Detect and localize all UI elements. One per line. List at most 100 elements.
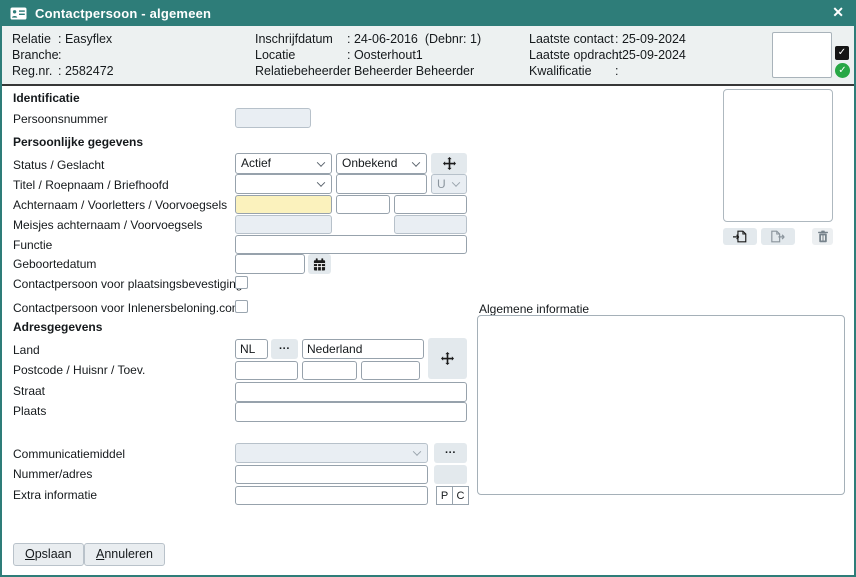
window-title: Contactpersoon - algemeen bbox=[35, 6, 211, 21]
header-column-3: Laatste contact: 25-09-2024 Laatste opdr… bbox=[529, 31, 686, 79]
plaats-label: Plaats bbox=[13, 404, 46, 418]
briefhoofd-select[interactable]: U bbox=[431, 174, 467, 194]
relatiebeheerder-value: : Beheerder Beheerder bbox=[347, 64, 474, 78]
move-icon bbox=[443, 157, 456, 170]
meisjesnaam-label: Meisjes achternaam / Voorvoegsels bbox=[13, 218, 202, 232]
laatste-contact-value: : 25-09-2024 bbox=[615, 32, 686, 46]
p-button[interactable]: P bbox=[436, 486, 453, 505]
chevron-down-icon bbox=[452, 178, 460, 186]
straat-label: Straat bbox=[13, 384, 45, 398]
land-lookup-button[interactable]: ··· bbox=[271, 339, 298, 359]
land-label: Land bbox=[13, 343, 40, 357]
header-column-2: Inschrijfdatum: 24-06-2016 (Debnr: 1) Lo… bbox=[255, 31, 481, 79]
toevoeging-input[interactable] bbox=[361, 361, 420, 380]
c-button[interactable]: C bbox=[452, 486, 469, 505]
plaatsingsbevestiging-checkbox[interactable] bbox=[235, 276, 248, 289]
close-button[interactable]: ✕ bbox=[832, 4, 844, 21]
titel-roepnaam-briefhoofd-label: Titel / Roepnaam / Briefhoofd bbox=[13, 178, 169, 192]
chevron-down-icon bbox=[317, 178, 325, 186]
communicatiemiddel-lookup-button[interactable]: ··· bbox=[434, 443, 467, 463]
opslaan-button[interactable]: Opslaan bbox=[13, 543, 84, 566]
kwalificatie-value: : bbox=[615, 64, 618, 78]
land-naam-input[interactable] bbox=[302, 339, 424, 359]
functie-input[interactable] bbox=[235, 235, 467, 254]
photo-export-button[interactable] bbox=[761, 228, 795, 245]
functie-label: Functie bbox=[13, 238, 52, 252]
trash-icon bbox=[817, 230, 829, 243]
meisjes-achternaam-input bbox=[235, 215, 332, 234]
status-select-value: Actief bbox=[241, 156, 271, 170]
document-import-icon bbox=[733, 230, 747, 243]
inschrijfdatum-label: Inschrijfdatum bbox=[255, 31, 347, 47]
extra-informatie-label: Extra informatie bbox=[13, 488, 97, 502]
header-column-1: Relatie: Easyflex Branche: Reg.nr.: 2582… bbox=[12, 31, 114, 79]
chevron-down-icon bbox=[317, 158, 325, 166]
status-move-button[interactable] bbox=[431, 153, 467, 174]
relatiebeheerder-label: Relatiebeheerder bbox=[255, 63, 347, 79]
contact-photo-placeholder bbox=[723, 89, 833, 222]
branche-value: : bbox=[58, 48, 61, 62]
geboortedatum-input[interactable] bbox=[235, 254, 305, 274]
section-adresgegevens: Adresgegevens bbox=[13, 320, 102, 334]
status-geslacht-label: Status / Geslacht bbox=[13, 158, 104, 172]
contact-card-icon bbox=[10, 7, 27, 20]
voorletters-input[interactable] bbox=[336, 195, 390, 214]
nummer-adres-action-placeholder bbox=[434, 465, 467, 484]
persoonsnummer-input bbox=[235, 108, 311, 128]
chevron-down-icon bbox=[412, 158, 420, 166]
photo-import-button[interactable] bbox=[723, 228, 757, 245]
relation-info-header: Relatie: Easyflex Branche: Reg.nr.: 2582… bbox=[0, 26, 856, 86]
status-select[interactable]: Actief bbox=[235, 153, 332, 174]
regnr-label: Reg.nr. bbox=[12, 63, 58, 79]
straat-input[interactable] bbox=[235, 382, 467, 402]
land-code-input[interactable] bbox=[235, 339, 268, 359]
laatste-opdracht-value: : 25-09-2024 bbox=[615, 48, 686, 62]
regnr-value: : 2582472 bbox=[58, 64, 114, 78]
titlebar: Contactpersoon - algemeen ✕ bbox=[0, 0, 856, 26]
annuleren-button[interactable]: Annuleren bbox=[84, 543, 165, 566]
briefhoofd-select-value: U bbox=[437, 177, 446, 191]
roepnaam-input[interactable] bbox=[336, 174, 427, 194]
inlenersbeloning-checkbox[interactable] bbox=[235, 300, 248, 313]
geslacht-select[interactable]: Onbekend bbox=[336, 153, 427, 174]
communicatiemiddel-select[interactable] bbox=[235, 443, 428, 463]
huisnr-input[interactable] bbox=[302, 361, 357, 380]
titel-select[interactable] bbox=[235, 174, 332, 194]
move-icon bbox=[441, 352, 454, 365]
nummer-adres-label: Nummer/adres bbox=[13, 467, 92, 481]
section-persoonlijke-gegevens: Persoonlijke gegevens bbox=[13, 135, 143, 149]
contactpersoon-dialog: Contactpersoon - algemeen ✕ Relatie: Eas… bbox=[0, 0, 856, 577]
voorvoegsels-input[interactable] bbox=[394, 195, 467, 214]
kwalificatie-label: Kwalificatie bbox=[529, 63, 615, 79]
meisjes-voorvoegsels-input bbox=[394, 215, 467, 234]
geboortedatum-label: Geboortedatum bbox=[13, 257, 96, 271]
plaatsingsbevestiging-label: Contactpersoon voor plaatsingsbevestigin… bbox=[13, 277, 242, 291]
plaats-input[interactable] bbox=[235, 402, 467, 422]
adres-move-button[interactable] bbox=[428, 338, 467, 379]
geslacht-select-value: Onbekend bbox=[342, 156, 397, 170]
header-black-checkbox[interactable]: ✓ bbox=[835, 46, 849, 60]
branche-label: Branche bbox=[12, 47, 58, 63]
relatie-value: : Easyflex bbox=[58, 32, 112, 46]
inschrijfdatum-value: : 24-06-2016 (Debnr: 1) bbox=[347, 32, 481, 46]
laatste-opdracht-label: Laatste opdracht bbox=[529, 47, 615, 63]
algemene-informatie-label: Algemene informatie bbox=[479, 302, 589, 316]
section-identificatie: Identificatie bbox=[13, 91, 80, 105]
nummer-adres-input[interactable] bbox=[235, 465, 428, 484]
status-ok-badge: ✓ bbox=[835, 63, 850, 78]
photo-delete-button[interactable] bbox=[812, 228, 833, 245]
algemene-informatie-textarea[interactable] bbox=[477, 315, 845, 495]
header-photo-box bbox=[772, 32, 832, 78]
achternaam-input[interactable] bbox=[235, 195, 332, 214]
relatie-label: Relatie bbox=[12, 31, 58, 47]
inlenersbeloning-label: Contactpersoon voor Inlenersbeloning.com bbox=[13, 301, 242, 315]
locatie-value: : Oosterhout1 bbox=[347, 48, 423, 62]
geboortedatum-calendar-button[interactable] bbox=[308, 254, 331, 274]
communicatiemiddel-label: Communicatiemiddel bbox=[13, 447, 125, 461]
document-export-icon bbox=[771, 230, 785, 243]
extra-informatie-input[interactable] bbox=[235, 486, 428, 505]
achternaam-label: Achternaam / Voorletters / Voorvoegsels bbox=[13, 198, 227, 212]
postcode-input[interactable] bbox=[235, 361, 298, 380]
chevron-down-icon bbox=[413, 447, 421, 455]
locatie-label: Locatie bbox=[255, 47, 347, 63]
